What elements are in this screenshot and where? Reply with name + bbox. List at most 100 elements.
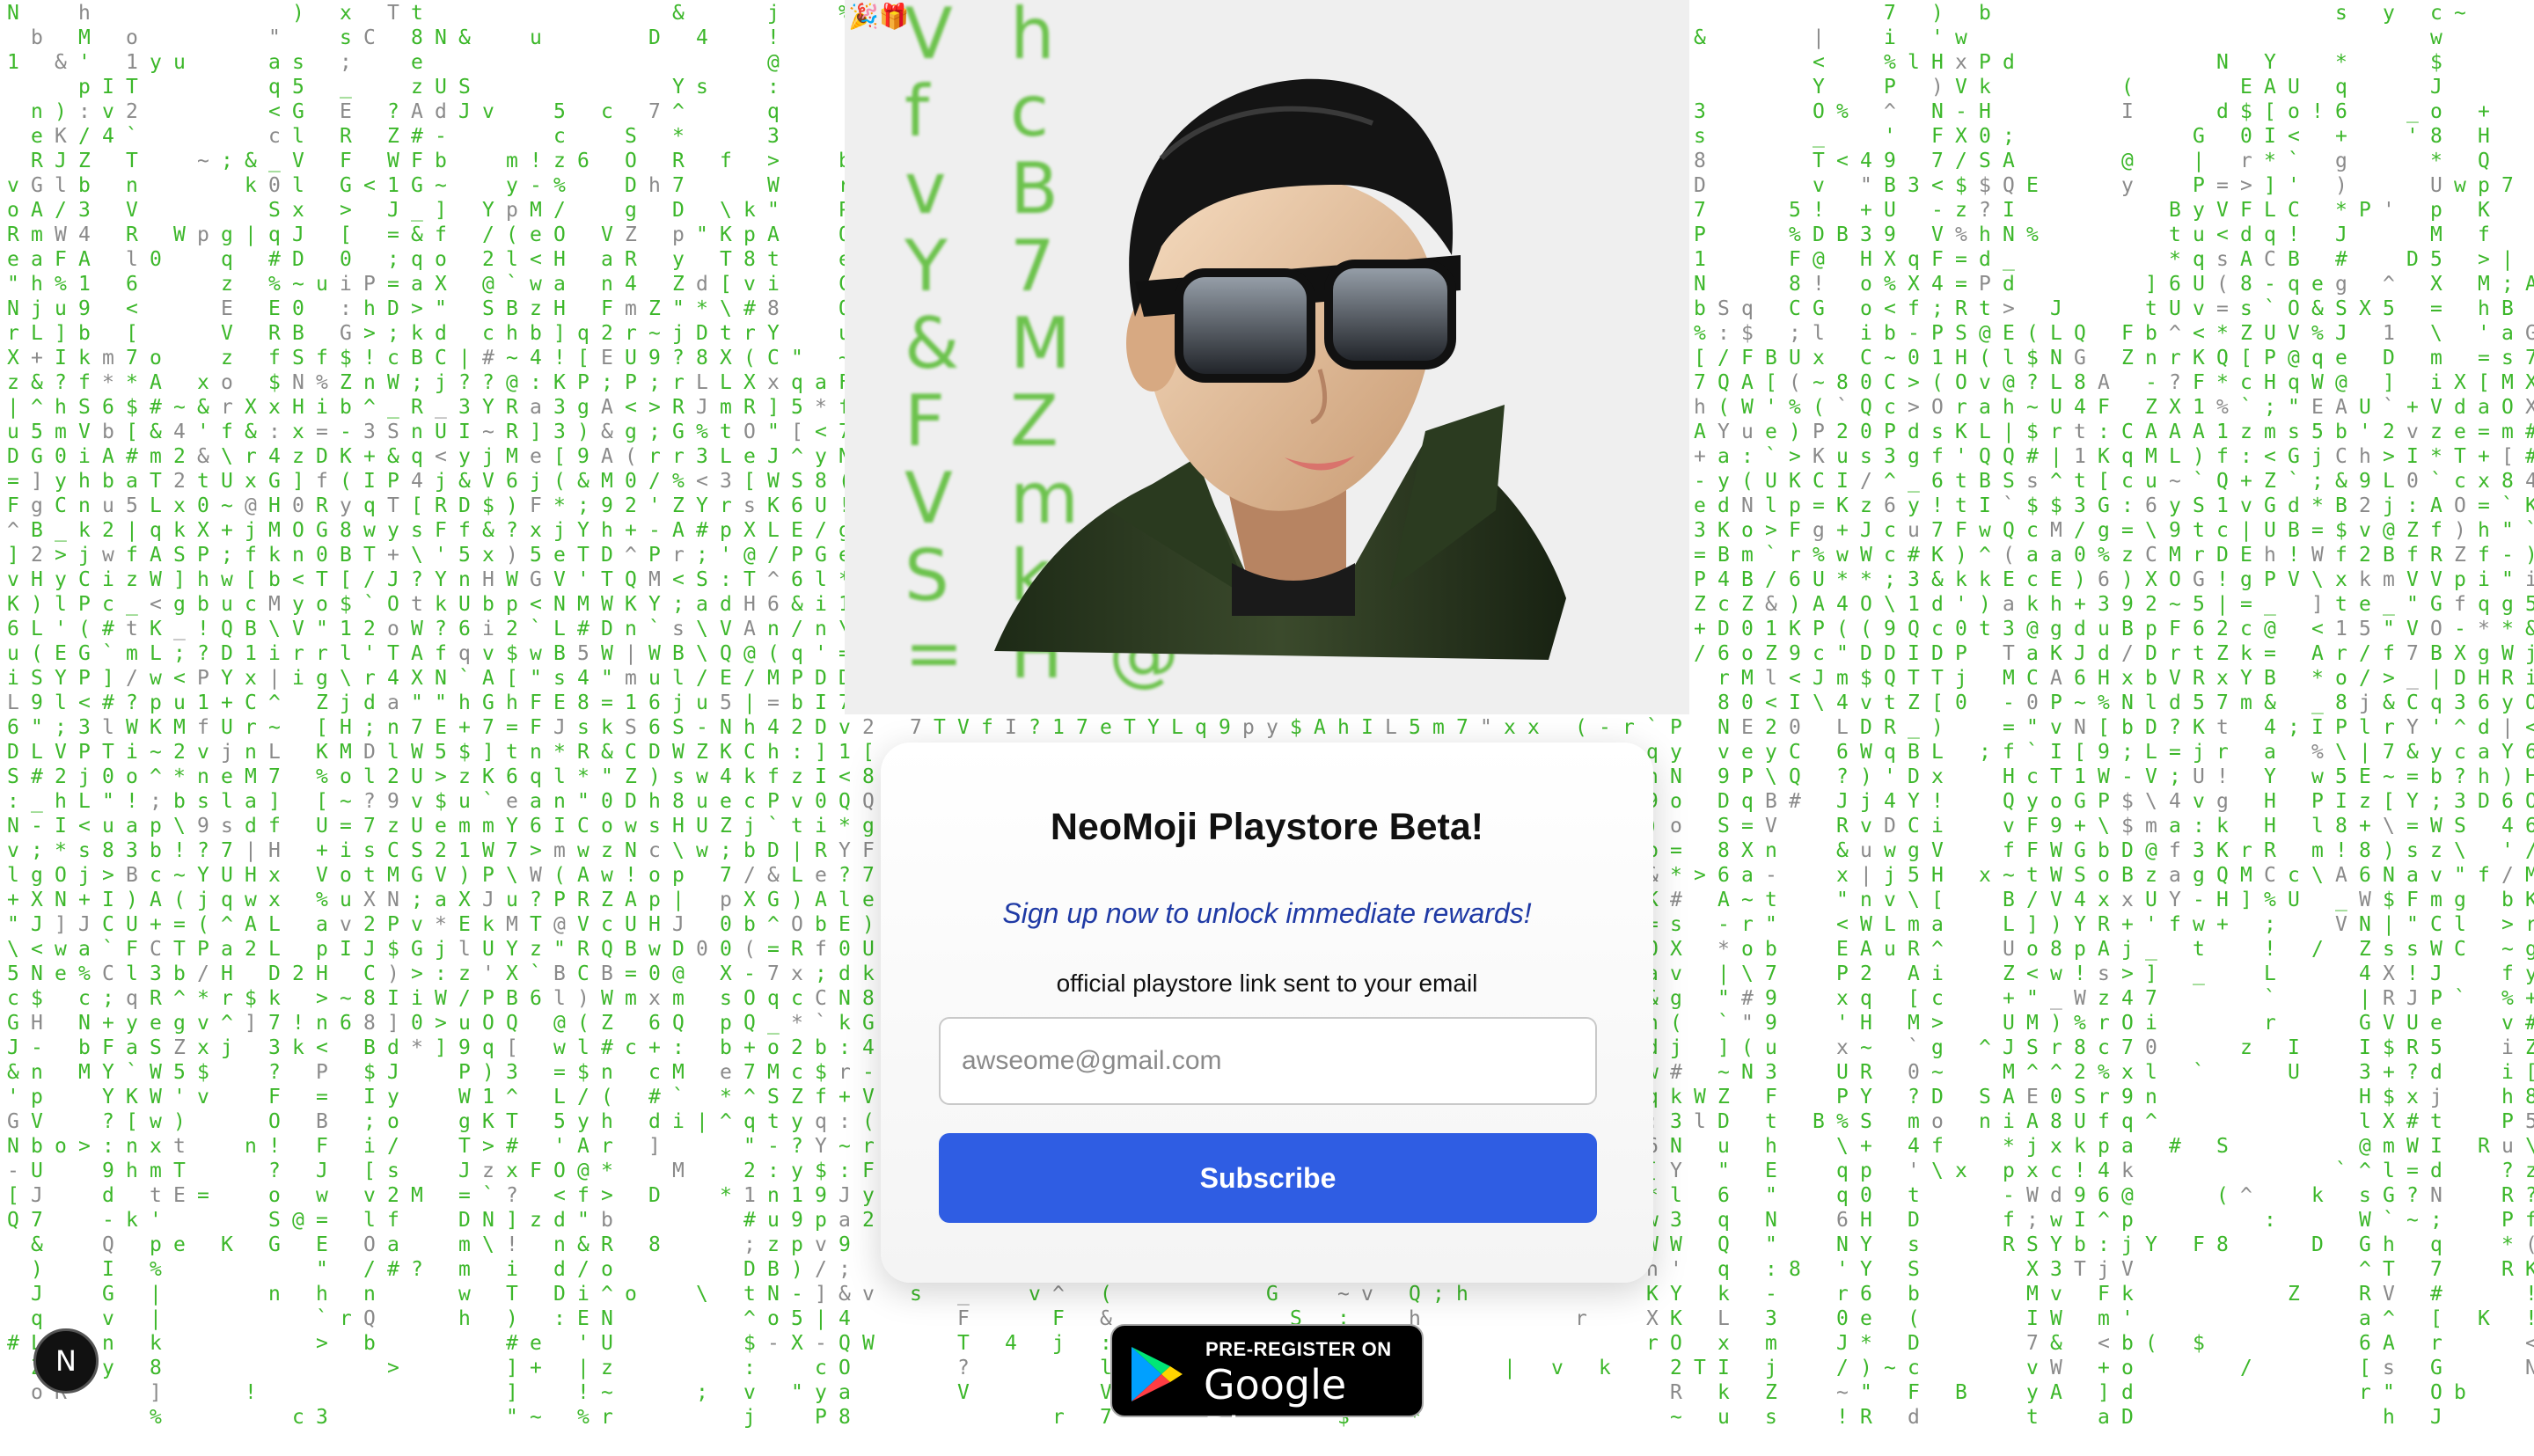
- rain-glyph: ]: [2026, 913, 2039, 936]
- n-avatar-button[interactable]: N: [33, 1328, 99, 1394]
- rain-glyph: e: [2311, 273, 2324, 296]
- rain-glyph: =: [197, 1184, 209, 1207]
- rain-glyph: u: [1765, 1036, 1777, 1059]
- rain-glyph: ;: [2430, 1209, 2442, 1232]
- rain-glyph: u: [7, 421, 19, 443]
- rain-glyph: 8: [411, 26, 423, 49]
- rain-glyph: <: [2525, 716, 2534, 739]
- rain-glyph: x: [1836, 864, 1849, 887]
- rain-glyph: U: [2406, 1012, 2419, 1035]
- rain-glyph: ": [1717, 1160, 1730, 1182]
- rain-glyph: c: [1884, 519, 1896, 542]
- rain-glyph: ]: [2311, 593, 2324, 616]
- rain-glyph: K: [150, 618, 162, 640]
- rain-glyph: 2: [2216, 618, 2229, 640]
- rain-glyph: D: [648, 1184, 661, 1207]
- google-play-badge[interactable]: PRE-REGISTER ON Google Play: [1110, 1324, 1424, 1456]
- rain-glyph: r: [2169, 642, 2181, 665]
- rain-glyph: h: [2383, 1406, 2395, 1428]
- rain-glyph: _: [31, 790, 43, 813]
- rain-glyph: ': [1836, 1258, 1849, 1281]
- rain-glyph: c: [1908, 1357, 1920, 1379]
- rain-glyph: [: [340, 223, 352, 246]
- rain-glyph: %: [1836, 100, 1849, 123]
- rain-glyph: 1: [2335, 618, 2347, 640]
- rain-glyph: x: [506, 1160, 518, 1182]
- rain-glyph: |: [245, 223, 257, 246]
- rain-glyph: N: [7, 815, 19, 838]
- rain-glyph: w: [2454, 174, 2466, 197]
- rain-glyph: b: [601, 1209, 613, 1232]
- rain-glyph: @: [553, 1012, 566, 1035]
- rain-glyph: e: [553, 544, 566, 567]
- rain-glyph: +: [2525, 987, 2534, 1010]
- rain-glyph: Y: [482, 199, 494, 222]
- rain-glyph: K: [2525, 1258, 2534, 1281]
- rain-glyph: G: [1813, 297, 1825, 320]
- rain-glyph: ~: [839, 1135, 851, 1158]
- rain-glyph: W: [601, 987, 613, 1010]
- rain-glyph: a: [126, 1036, 138, 1059]
- rain-glyph: M: [2240, 864, 2252, 887]
- rain-glyph: ;: [221, 150, 233, 172]
- rain-glyph: 4: [1005, 1332, 1017, 1355]
- rain-glyph: p: [197, 223, 209, 246]
- rain-glyph: C: [2026, 667, 2039, 690]
- rain-glyph: v: [2026, 1357, 2039, 1379]
- rain-glyph: i: [2525, 667, 2534, 690]
- rain-glyph: -: [696, 716, 708, 739]
- rain-glyph: Q: [2003, 790, 2015, 813]
- rain-glyph: P: [2501, 1110, 2514, 1133]
- rain-glyph: f: [435, 223, 447, 246]
- rain-glyph: ;: [1884, 568, 1896, 591]
- rain-glyph: q: [221, 889, 233, 911]
- rain-glyph: q: [1836, 1184, 1849, 1207]
- rain-glyph: _: [2383, 593, 2395, 616]
- rain-glyph: a: [221, 938, 233, 961]
- rain-glyph: ]: [2145, 273, 2157, 296]
- rain-glyph: w: [1955, 26, 1967, 49]
- rain-glyph: l: [387, 741, 399, 764]
- rain-glyph: U: [1884, 199, 1896, 222]
- rain-glyph: `: [2193, 1061, 2205, 1084]
- rain-glyph: e: [2454, 421, 2466, 443]
- email-input[interactable]: [939, 1017, 1597, 1105]
- rain-glyph: q: [2430, 1233, 2442, 1256]
- rain-glyph: =: [767, 938, 780, 961]
- rain-glyph: V: [2050, 889, 2062, 911]
- rain-glyph: ": [2501, 568, 2514, 591]
- rain-glyph: z: [221, 273, 233, 296]
- rain-glyph: Z: [672, 494, 685, 517]
- rain-glyph: C: [1884, 371, 1896, 394]
- rain-glyph: l: [292, 174, 304, 197]
- rain-glyph: -: [2501, 544, 2514, 567]
- rain-glyph: 4: [268, 445, 281, 468]
- rain-glyph: 4: [2121, 987, 2134, 1010]
- rain-glyph: F: [530, 1160, 542, 1182]
- rain-glyph: ~: [482, 421, 494, 443]
- rain-glyph: +: [316, 839, 328, 862]
- rain-glyph: ]: [815, 1283, 827, 1306]
- rain-glyph: l: [55, 174, 67, 197]
- rain-glyph: t: [1908, 1184, 1920, 1207]
- rain-glyph: #: [150, 396, 162, 419]
- rain-glyph: 5: [577, 642, 590, 665]
- rain-glyph: !: [1813, 273, 1825, 296]
- rain-glyph: ~: [173, 396, 186, 419]
- rain-glyph: c: [2288, 864, 2300, 887]
- rain-glyph: Z: [601, 1012, 613, 1035]
- rain-glyph: b: [743, 839, 756, 862]
- rain-glyph: F: [2193, 371, 2205, 394]
- rain-glyph: f: [78, 371, 91, 394]
- rain-glyph: T: [720, 248, 732, 271]
- rain-glyph: w: [696, 765, 708, 788]
- rain-glyph: n: [316, 1012, 328, 1035]
- rain-glyph: W: [387, 150, 399, 172]
- rain-glyph: ^: [221, 913, 233, 936]
- rain-glyph: N: [1717, 716, 1730, 739]
- rain-glyph: 4: [767, 716, 780, 739]
- rain-glyph: ': [173, 1086, 186, 1108]
- rain-glyph: N: [839, 987, 851, 1010]
- rain-glyph: ;: [1931, 297, 1944, 320]
- subscribe-button[interactable]: Subscribe: [939, 1133, 1597, 1223]
